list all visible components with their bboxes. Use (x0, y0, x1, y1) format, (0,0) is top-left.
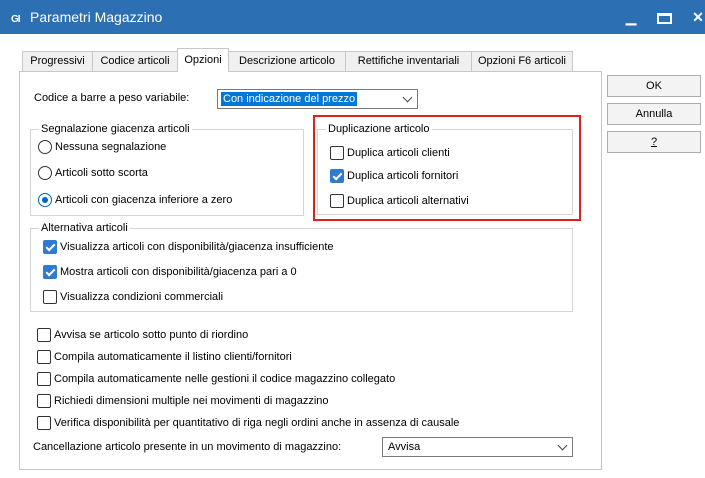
tab-rettifiche-inventariali[interactable]: Rettifiche inventariali (345, 51, 472, 71)
highlight-box (313, 115, 581, 221)
ok-button[interactable]: OK (607, 75, 701, 97)
close-button[interactable]: ✕ (681, 0, 705, 34)
tab-progressivi[interactable]: Progressivi (22, 51, 93, 71)
help-button[interactable]: ? (607, 131, 701, 153)
radio-circle-icon (38, 140, 52, 154)
title-bar: GI Parametri Magazzino ▁ ✕ (0, 0, 705, 34)
minimize-button[interactable]: ▁ (614, 0, 648, 34)
chevron-down-icon (557, 440, 568, 451)
segnalazione-title: Segnalazione giacenza articoli (39, 122, 192, 136)
cancellazione-label: Cancellazione articolo presente in un mo… (33, 441, 342, 453)
checkbox-icon (37, 394, 51, 408)
app-logo-icon: GI (11, 14, 20, 25)
maximize-button[interactable] (647, 0, 681, 34)
checkbox-icon (37, 416, 51, 430)
tab-descrizione-articolo[interactable]: Descrizione articolo (228, 51, 346, 71)
barcode-label: Codice a barre a peso variabile: (34, 92, 190, 104)
chevron-down-icon (402, 92, 413, 103)
checkbox-icon (37, 372, 51, 386)
tab-codice-articoli[interactable]: Codice articoli (92, 51, 178, 71)
tab-opzioni[interactable]: Opzioni (177, 48, 229, 72)
barcode-select[interactable]: Con indicazione del prezzo (217, 89, 418, 109)
tab-opzioni-f6-articoli[interactable]: Opzioni F6 articoli (471, 51, 573, 71)
checkbox-icon (37, 328, 51, 342)
minimize-icon: ▁ (625, 9, 637, 25)
cancellazione-select[interactable]: Avvisa (382, 437, 573, 457)
radio-selected-icon (38, 193, 52, 207)
window-title: Parametri Magazzino (30, 9, 163, 25)
checkbox-checked-icon (43, 265, 57, 279)
checkbox-checked-icon (43, 240, 57, 254)
maximize-icon (656, 12, 672, 24)
radio-circle-icon (38, 166, 52, 180)
annulla-button[interactable]: Annulla (607, 103, 701, 125)
alternativa-title: Alternativa articoli (39, 221, 130, 235)
cancellazione-select-value: Avvisa (388, 441, 421, 453)
close-icon: ✕ (692, 9, 704, 25)
checkbox-icon (37, 350, 51, 364)
barcode-select-value: Con indicazione del prezzo (221, 92, 358, 106)
checkbox-icon (43, 290, 57, 304)
